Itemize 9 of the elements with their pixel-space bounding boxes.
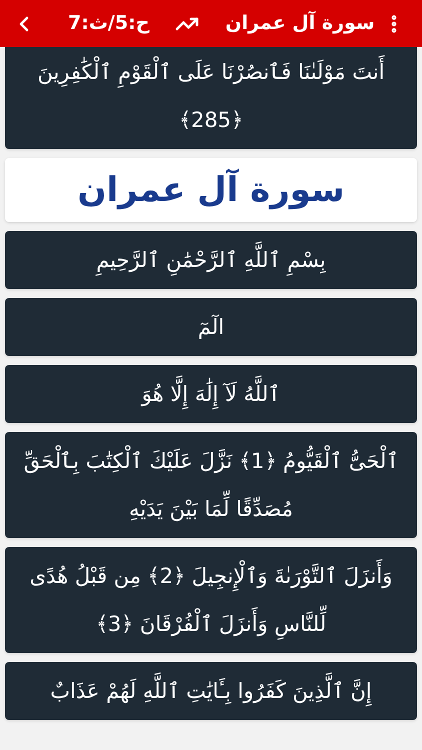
verse-card[interactable]: إِنَّ ٱلَّذِينَ كَفَرُوا بِـَٔايَٰتِ ٱللَّهِ لَهُمْ عَذَابٌ — [5, 662, 417, 720]
verse-reference: ح:5/ث:7 — [68, 11, 150, 36]
verse-card[interactable]: الٓمٓ — [5, 298, 417, 356]
verse-card[interactable]: ٱلْحَىُّ ٱلْقَيُّومُ ﴿1﴾ نَزَّلَ عَلَيْكَ ٱلْكِتَٰبَ بِٱلْحَقِّ مُصَدِّقًا لِّمَا بَيْنَ يَدَيْهِ — [5, 432, 417, 538]
verse-card[interactable]: بِسْمِ ٱللَّهِ ٱلرَّحْمَٰنِ ٱلرَّحِيمِ — [5, 231, 417, 289]
verse-card[interactable]: ٱللَّهُ لَآ إِلَٰهَ إِلَّا هُوَ — [5, 365, 417, 423]
surah-title: سورة آل عمران — [225, 10, 375, 36]
surah-heading: سورة آل عمران — [5, 158, 417, 222]
verse-card[interactable]: وَأَنزَلَ ٱلتَّوْرَىٰةَ وَٱلْإِنجِيلَ ﴿2﴾ مِن قَبْلُ هُدًى لِّلنَّاسِ وَأَنزَلَ ٱلْفُرْقَانَ ﴿3﴾ — [5, 547, 417, 653]
